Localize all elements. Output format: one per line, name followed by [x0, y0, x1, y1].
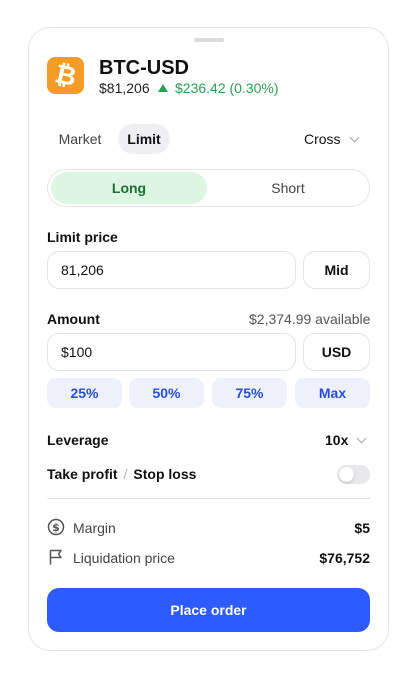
dollar-circle-icon: $: [47, 518, 65, 541]
margin-label: Margin: [73, 520, 116, 536]
preset-50-button[interactable]: 50%: [129, 378, 204, 408]
available-balance: $2,374.99 available: [249, 311, 371, 327]
liquidation-price-value: $76,752: [319, 550, 370, 566]
place-order-button[interactable]: Place order: [47, 588, 370, 632]
chevron-down-icon: [356, 433, 367, 443]
currency-button[interactable]: USD: [303, 333, 370, 371]
divider: [47, 498, 370, 499]
margin-value: $5: [354, 520, 370, 536]
pair-symbol: BTC-USD: [99, 57, 189, 79]
tp-sl-label: Take profit / Stop loss: [47, 466, 196, 482]
amount-input[interactable]: $100: [47, 333, 296, 371]
chevron-down-icon: [349, 132, 360, 142]
limit-price-label: Limit price: [47, 229, 118, 245]
bitcoin-icon: ₿: [47, 57, 84, 94]
preset-max-button[interactable]: Max: [295, 378, 370, 408]
separator: /: [123, 466, 128, 482]
leverage-dropdown[interactable]: 10x: [325, 432, 367, 448]
svg-text:$: $: [52, 521, 60, 534]
liquidation-price-label: Liquidation price: [73, 550, 175, 566]
current-price: $81,206: [99, 80, 150, 96]
tp-sl-toggle[interactable]: [337, 465, 370, 484]
price-change-value: $236.42 (0.30%): [175, 80, 279, 96]
leverage-value: 10x: [325, 432, 349, 448]
margin-mode-label: Cross: [304, 131, 341, 147]
limit-price-input[interactable]: 81,206: [47, 251, 296, 289]
flag-icon: [47, 548, 65, 571]
margin-mode-dropdown[interactable]: Cross: [304, 131, 360, 147]
price-change: $236.42 (0.30%): [158, 80, 279, 96]
drag-handle[interactable]: [194, 38, 224, 42]
tab-market[interactable]: Market: [47, 124, 113, 154]
up-arrow-icon: [158, 84, 168, 92]
leverage-label: Leverage: [47, 432, 109, 448]
take-profit-label: Take profit: [47, 466, 118, 482]
tab-limit[interactable]: Limit: [118, 124, 170, 154]
amount-label: Amount: [47, 311, 100, 327]
toggle-knob: [339, 467, 354, 482]
stop-loss-label: Stop loss: [133, 466, 197, 482]
preset-75-button[interactable]: 75%: [212, 378, 287, 408]
short-button[interactable]: Short: [210, 172, 366, 204]
long-button[interactable]: Long: [51, 172, 207, 204]
preset-25-button[interactable]: 25%: [47, 378, 122, 408]
mid-price-button[interactable]: Mid: [303, 251, 370, 289]
